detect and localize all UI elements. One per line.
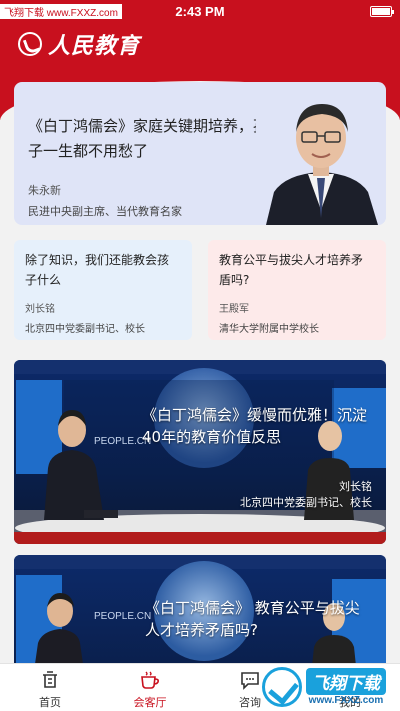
article-title: 除了知识，我们还能教会孩子什么 <box>25 253 170 287</box>
chat-icon <box>241 672 259 690</box>
video-speaker-name: 刘长铭 <box>339 480 372 493</box>
status-time: 2:43 PM <box>175 3 225 19</box>
article-author-role: 北京四中党委副书记、校长 <box>25 324 145 335</box>
app-logo: 人民教育 <box>18 28 140 60</box>
video-card-1[interactable]: PEOPLE.CN 《白丁鸿儒会》缓慢而优雅！沉淀40年的教育价值反思 刘长铭 … <box>14 360 386 544</box>
battery-icon <box>370 5 394 17</box>
status-bar: 飞翔下载 www.FXXZ.com 2:43 PM <box>0 0 400 22</box>
logo-text: 人民教育 <box>48 33 141 59</box>
article-author-role: 清华大学附属中学校长 <box>219 324 319 335</box>
featured-title: 《白丁鸿儒会》家庭关键期培养，孩子一生都不用愁了 <box>28 117 269 160</box>
speaker-portrait <box>256 92 386 225</box>
home-icon <box>43 671 57 688</box>
screen-brand-text: PEOPLE.CN <box>94 611 151 622</box>
tab-lounge[interactable]: 会客厅 <box>100 664 200 711</box>
site-watermark-badge: 飞翔下载 www.FXXZ.com <box>262 664 396 710</box>
watermark-logo-icon <box>262 667 302 707</box>
article-card-2[interactable]: 教育公平与拔尖人才培养矛盾吗? 王殿军 清华大学附属中学校长 <box>208 240 386 340</box>
watermark-main-text: 飞翔下载 <box>306 668 386 695</box>
cup-icon <box>141 671 159 689</box>
tab-home[interactable]: 首页 <box>0 664 100 711</box>
tab-label: 会客厅 <box>133 696 167 709</box>
tab-label: 首页 <box>39 696 61 709</box>
tab-label: 咨询 <box>239 696 261 709</box>
logo-icon <box>18 32 42 56</box>
article-card-1[interactable]: 除了知识，我们还能教会孩子什么 刘长铭 北京四中党委副书记、校长 <box>14 240 192 340</box>
featured-card[interactable]: 《白丁鸿儒会》家庭关键期培养，孩子一生都不用愁了 朱永新 民进中央副主席、当代教… <box>14 82 386 225</box>
featured-role: 民进中央副主席、当代教育名家 <box>28 205 182 218</box>
video-title: 《白丁鸿儒会》缓慢而优雅！沉淀40年的教育价值反思 <box>142 406 368 446</box>
article-author: 王殿军 <box>219 304 249 315</box>
featured-name: 朱永新 <box>28 184 61 197</box>
watermark-sub-text: www.FXXZ.com <box>308 695 384 706</box>
article-title: 教育公平与拔尖人才培养矛盾吗? <box>219 253 364 287</box>
article-author: 刘长铭 <box>25 304 55 315</box>
video-thumbnail: PEOPLE.CN <box>14 360 386 544</box>
video-title: 《白丁鸿儒会》 教育公平与拔尖人才培养矛盾吗? <box>145 599 360 639</box>
video-speaker-role: 北京四中党委副书记、校长 <box>240 496 372 509</box>
